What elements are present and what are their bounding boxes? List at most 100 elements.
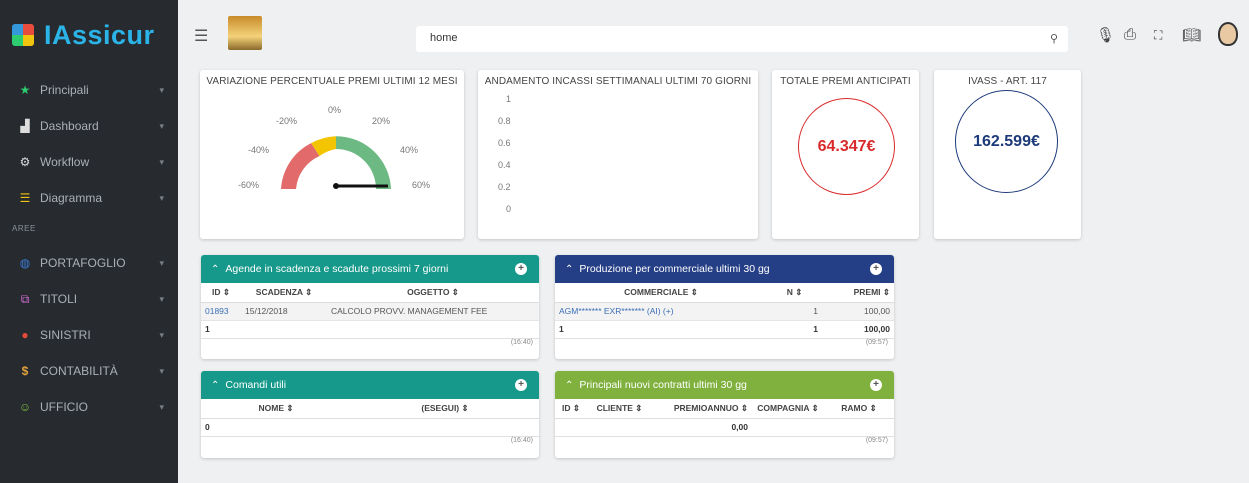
panel-header[interactable]: ⌃ Principali nuovi contratti ultimi 30 g… [555,371,894,399]
sidebar-section-label: AREE [12,224,36,233]
sidebar-item-sinistri[interactable]: ● SINISTRI ▾ [0,317,178,353]
column-header[interactable]: PREMI ⇕ [822,283,894,303]
y-tick-label: 0.4 [498,160,511,170]
sidebar-item-label: Principali [40,83,89,97]
panel-produzione: ⌃ Produzione per commerciale ultimi 30 g… [555,255,894,359]
table-total-row: 0 [201,417,539,436]
sidebar-item-titoli[interactable]: ⧉ TITOLI ▾ [0,281,178,317]
cell-empty [351,417,539,436]
table-row[interactable]: AGM******* EXR******* (AI) (+) 1 100,00 [555,301,894,320]
panel-agende: ⌃ Agende in scadenza e scadute prossimi … [201,255,539,359]
sidebar-item-label: Diagramma [40,191,103,205]
chevron-down-icon: ▾ [159,192,164,203]
table-row[interactable]: 01893 15/12/2018 CALCOLO PROVV. MANAGEME… [201,301,539,320]
sidebar-item-ufficio[interactable]: ☺ UFFICIO ▾ [0,389,178,425]
sidebar-item-portafoglio[interactable]: ◍ PORTAFOGLIO ▾ [0,245,178,281]
print-icon[interactable]: ⎙ [1124,26,1136,43]
sidebar-item-label: Workflow [40,155,90,169]
column-header[interactable]: (ESEGUI) ⇕ [351,399,539,419]
column-header[interactable]: ID ⇕ [555,399,587,419]
hamburger-menu-icon[interactable]: ☰ [194,26,208,46]
table-total-row: 0,00 [555,417,894,436]
chevron-down-icon: ▾ [159,329,164,340]
column-header[interactable]: COMPAGNIA ⇕ [752,399,824,419]
cell-empty [241,319,327,338]
column-header[interactable]: COMMERCIALE ⇕ [555,283,767,303]
sidebar: IAssicur ★ Principali ▾ ▟ Dashboard ▾ ⚙ … [0,0,178,483]
bar-chart-icon: ▟ [20,119,30,133]
search-input[interactable]: home ⚲ [416,26,1068,52]
column-header[interactable]: NOME ⇕ [201,399,351,419]
cell-empty [555,417,587,436]
sidebar-item-contabilita[interactable]: $ CONTABILITÀ ▾ [0,353,178,389]
gauge-tick-label: 60% [412,180,431,190]
panel-title: Comandi utili [225,379,287,391]
table-total-row: 1 1 100,00 [555,319,894,338]
y-tick-label: 0 [506,204,512,214]
documents-icon: ⧉ [20,291,30,306]
chevron-down-icon: ▾ [159,120,164,131]
agende-table: ID ⇕ SCADENZA ⇕ OGGETTO ⇕ 01893 15/12/20… [201,283,539,338]
gauge-card: VARIAZIONE PERCENTUALE PREMI ULTIMI 12 M… [200,70,464,239]
cell-commerciale[interactable]: AGM******* EXR******* (AI) (+) [555,301,767,320]
collapse-icon[interactable]: ⌃ [565,380,573,391]
gauge-band-negative [281,143,320,189]
collapse-icon[interactable]: ⌃ [211,264,219,275]
premi-anticipati-card: TOTALE PREMI ANTICIPATI 64.347€ [772,70,919,239]
gauge-tick-label: -20% [276,116,298,126]
brand-name: IAssicur [44,19,155,50]
brand-logo-icon [12,24,34,46]
cog-icon: ⚙ [19,155,31,169]
collapse-icon[interactable]: ⌃ [211,380,219,391]
column-header[interactable]: ID ⇕ [201,283,241,303]
cell-empty [327,319,539,338]
column-header[interactable]: RAMO ⇕ [824,399,894,419]
premi-title: TOTALE PREMI ANTICIPATI [780,76,911,87]
star-icon: ★ [19,83,31,97]
search-icon[interactable]: ⚲ [1050,32,1058,45]
sidebar-item-label: TITOLI [40,292,78,306]
column-header[interactable]: SCADENZA ⇕ [241,283,327,303]
book-icon[interactable]: 📖︎ [1182,26,1201,44]
cell-total: 1 [555,319,767,338]
microphone-icon[interactable]: 🎙︎ [1096,26,1115,44]
app-logo[interactable] [228,16,262,50]
add-icon[interactable]: + [870,379,882,391]
add-icon[interactable]: + [515,263,527,275]
column-header[interactable]: CLIENTE ⇕ [587,399,652,419]
sidebar-item-label: CONTABILITÀ [40,364,118,378]
panel-header[interactable]: ⌃ Agende in scadenza e scadute prossimi … [201,255,539,283]
panel-timestamp: (09:57) [555,436,894,450]
cell-total: 1 [201,319,241,338]
panel-header[interactable]: ⌃ Comandi utili + [201,371,539,399]
add-icon[interactable]: + [870,263,882,275]
column-header[interactable]: PREMIOANNUO ⇕ [652,399,752,419]
add-icon[interactable]: + [515,379,527,391]
sidebar-item-dashboard[interactable]: ▟ Dashboard ▾ [0,108,178,144]
cell-oggetto: CALCOLO PROVV. MANAGEMENT FEE [327,301,539,320]
sidebar-item-workflow[interactable]: ⚙ Workflow ▾ [0,144,178,180]
ivass-value: 162.599€ [955,90,1058,193]
avatar[interactable] [1218,22,1238,46]
sidebar-item-diagramma[interactable]: ☰ Diagramma ▾ [0,180,178,216]
panel-timestamp: (09:57) [555,338,894,352]
panel-comandi: ⌃ Comandi utili + NOME ⇕ (ESEGUI) ⇕ 0 (1… [201,371,539,458]
alert-icon: ● [21,328,29,342]
sidebar-item-principali[interactable]: ★ Principali ▾ [0,72,178,108]
y-tick-label: 0.8 [498,116,511,126]
column-header[interactable]: OGGETTO ⇕ [327,283,539,303]
incassi-card: ANDAMENTO INCASSI SETTIMANALI ULTIMI 70 … [478,70,758,239]
gauge-tick-label: 40% [400,145,419,155]
brand[interactable]: IAssicur [0,0,178,70]
panel-header[interactable]: ⌃ Produzione per commerciale ultimi 30 g… [555,255,894,283]
gauge-tick-label: -40% [248,145,270,155]
smile-icon: ☺ [18,400,32,414]
y-tick-label: 1 [506,94,512,104]
collapse-icon[interactable]: ⌃ [565,264,573,275]
column-header[interactable]: N ⇕ [767,283,822,303]
cell-id[interactable]: 01893 [201,301,241,320]
cell-total-n: 1 [767,319,822,338]
fullscreen-icon[interactable]: ⛶ [1154,28,1162,43]
produzione-table: COMMERCIALE ⇕ N ⇕ PREMI ⇕ AGM******* EXR… [555,283,894,338]
chevron-down-icon: ▾ [159,84,164,95]
